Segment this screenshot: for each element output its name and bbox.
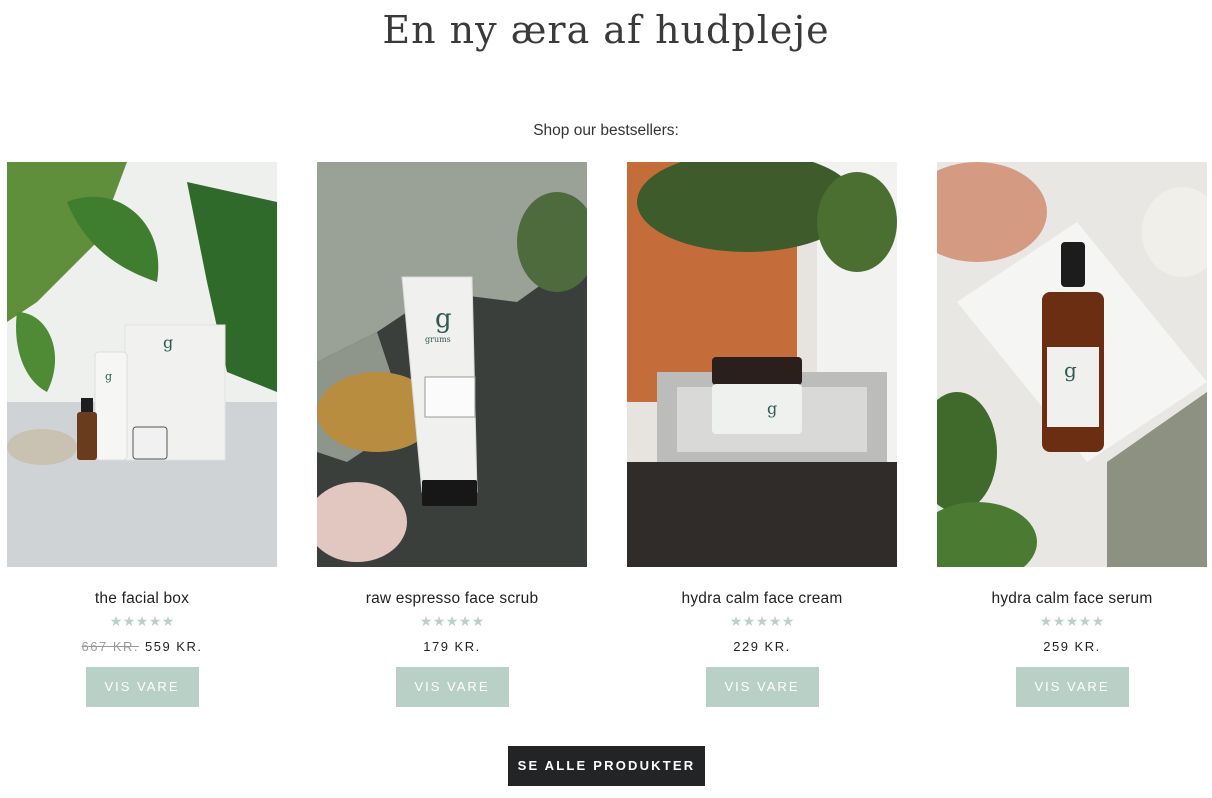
- star-icon: ★: [471, 613, 485, 629]
- image-logo-text: g: [163, 333, 173, 352]
- product-price: 229 KR.: [627, 639, 897, 654]
- view-product-button[interactable]: VIS VARE: [395, 667, 509, 707]
- image-logo-text: grums: [425, 335, 451, 344]
- product-price: 179 KR.: [317, 639, 587, 654]
- view-product-button[interactable]: VIS VARE: [85, 667, 199, 707]
- rating-stars: ★★★★★: [317, 613, 587, 629]
- product-image-hydra-calm-cream[interactable]: g: [627, 162, 897, 567]
- star-icon: ★: [419, 613, 433, 629]
- product-grid: g g the facial box ★★★★★ 667 KR. 559 KR. …: [7, 162, 1207, 722]
- image-logo-text: g: [767, 399, 777, 418]
- current-price: 259 KR.: [1043, 639, 1101, 654]
- product-name[interactable]: raw espresso face scrub: [317, 590, 587, 608]
- rating-stars: ★★★★★: [7, 613, 277, 629]
- star-icon: ★: [445, 613, 459, 629]
- star-icon: ★: [729, 613, 743, 629]
- star-icon: ★: [458, 613, 472, 629]
- star-icon: ★: [781, 613, 795, 629]
- star-icon: ★: [122, 613, 136, 629]
- image-logo-text: g: [435, 304, 452, 334]
- product-price: 667 KR. 559 KR.: [7, 639, 277, 654]
- product-image-raw-espresso[interactable]: g grums: [317, 162, 587, 567]
- rating-stars: ★★★★★: [627, 613, 897, 629]
- star-icon: ★: [755, 613, 769, 629]
- product-name[interactable]: the facial box: [7, 590, 277, 608]
- product-price: 259 KR.: [937, 639, 1207, 654]
- star-icon: ★: [768, 613, 782, 629]
- product-card: g hydra calm face serum ★★★★★ 259 KR. VI…: [937, 162, 1207, 707]
- star-icon: ★: [1039, 613, 1053, 629]
- current-price: 229 KR.: [733, 639, 791, 654]
- product-name[interactable]: hydra calm face cream: [627, 590, 897, 608]
- image-logo-text: g: [105, 370, 112, 383]
- view-product-button[interactable]: VIS VARE: [1015, 667, 1129, 707]
- star-icon: ★: [432, 613, 446, 629]
- star-icon: ★: [742, 613, 756, 629]
- product-image-facial-box[interactable]: g g: [7, 162, 277, 567]
- product-card: g hydra calm face cream ★★★★★ 229 KR. VI…: [627, 162, 897, 707]
- star-icon: ★: [109, 613, 123, 629]
- star-icon: ★: [1078, 613, 1092, 629]
- product-name[interactable]: hydra calm face serum: [937, 590, 1207, 608]
- star-icon: ★: [1091, 613, 1105, 629]
- old-price: 667 KR.: [81, 639, 139, 654]
- star-icon: ★: [148, 613, 162, 629]
- star-icon: ★: [1065, 613, 1079, 629]
- star-icon: ★: [135, 613, 149, 629]
- image-logo-text: g: [1064, 358, 1077, 382]
- star-icon: ★: [1052, 613, 1066, 629]
- page-title: En ny æra af hudpleje: [382, 8, 830, 52]
- product-card: g grums raw espresso face scrub ★★★★★ 17…: [317, 162, 587, 707]
- product-image-hydra-calm-serum[interactable]: g: [937, 162, 1207, 567]
- bestsellers-heading: Shop our bestsellers:: [533, 122, 679, 139]
- view-product-button[interactable]: VIS VARE: [705, 667, 819, 707]
- product-card: g g the facial box ★★★★★ 667 KR. 559 KR. …: [7, 162, 277, 707]
- see-all-products-button[interactable]: SE ALLE PRODUKTER: [508, 746, 705, 786]
- current-price: 559 KR.: [145, 639, 203, 654]
- current-price: 179 KR.: [423, 639, 481, 654]
- star-icon: ★: [161, 613, 175, 629]
- rating-stars: ★★★★★: [937, 613, 1207, 629]
